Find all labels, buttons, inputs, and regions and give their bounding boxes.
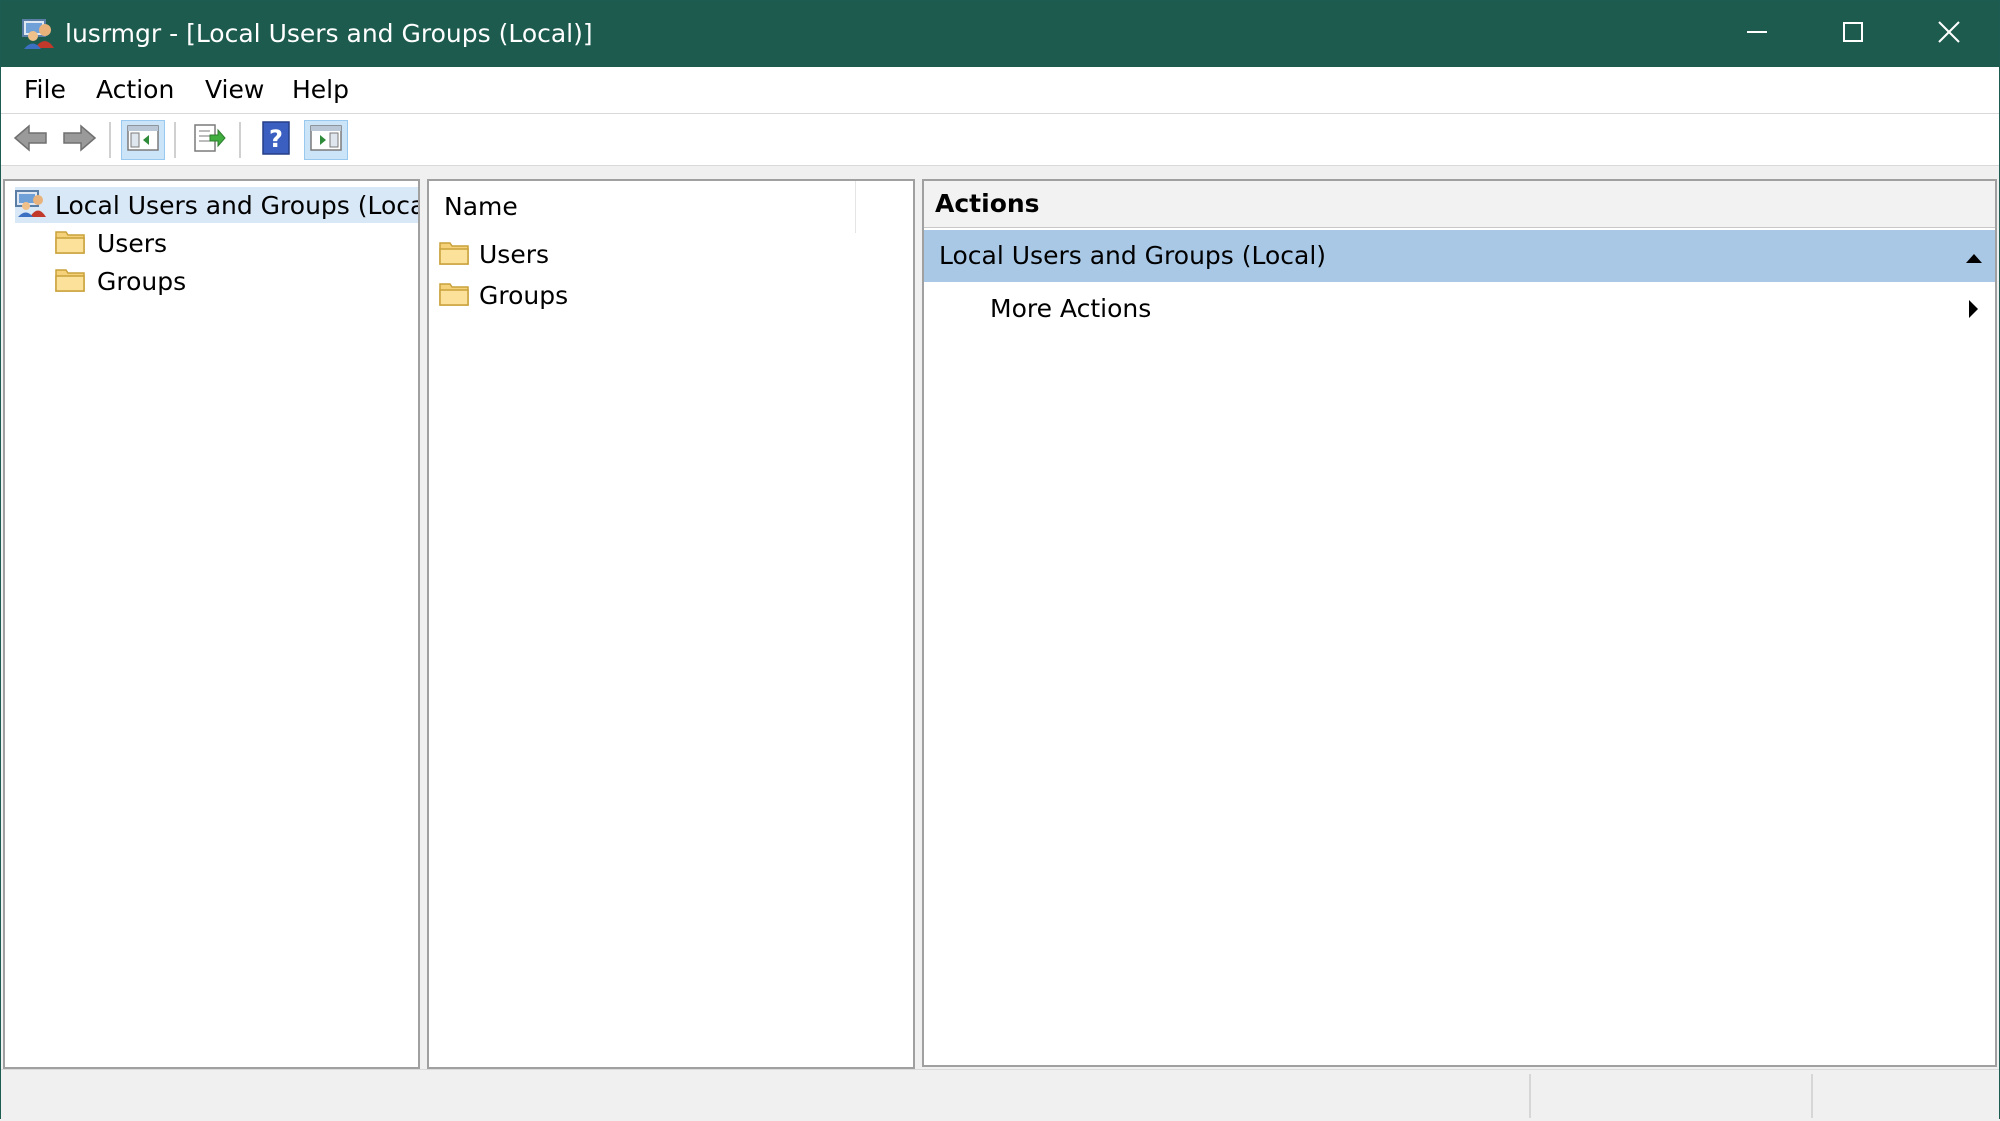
tree-item-users[interactable]: Users — [55, 225, 167, 261]
actions-group-header[interactable]: Local Users and Groups (Local) — [924, 230, 1995, 282]
export-list-icon — [192, 123, 226, 157]
status-bar — [1, 1069, 1999, 1121]
column-header-name[interactable]: Name — [429, 181, 913, 233]
export-list-button[interactable] — [187, 120, 231, 160]
forward-button[interactable] — [57, 120, 101, 160]
toolbar-separator — [239, 122, 242, 158]
show-hide-action-pane-icon — [310, 124, 342, 156]
show-hide-action-pane-button[interactable] — [304, 120, 348, 160]
tree-item-label: Groups — [97, 266, 187, 296]
close-icon — [1937, 20, 1961, 48]
console-tree-pane: Local Users and Groups (Local) Users Gro… — [3, 179, 420, 1069]
column-header-label: Name — [444, 192, 518, 221]
column-divider[interactable] — [855, 181, 856, 233]
show-hide-console-tree-button[interactable] — [121, 120, 165, 160]
actions-header: Actions — [924, 181, 1995, 228]
tree-item-label: Users — [97, 228, 168, 258]
back-button[interactable] — [9, 120, 53, 160]
forward-arrow-icon — [61, 123, 97, 157]
actions-group-label: Local Users and Groups (Local) — [939, 241, 1327, 270]
folder-icon — [55, 228, 85, 258]
menu-bar: File Action View Help — [1, 67, 1999, 114]
help-icon: ? — [261, 121, 291, 159]
maximize-icon — [1842, 21, 1864, 47]
menu-view[interactable]: View — [194, 67, 275, 113]
show-hide-console-tree-icon — [127, 124, 159, 156]
actions-title: Actions — [935, 189, 1040, 218]
window-title: lusrmgr - [Local Users and Groups (Local… — [65, 19, 593, 48]
list-item-groups[interactable]: Groups — [439, 276, 568, 314]
toolbar: ? — [1, 114, 1999, 166]
back-arrow-icon — [13, 123, 49, 157]
minimize-button[interactable] — [1709, 1, 1805, 67]
list-item-users[interactable]: Users — [439, 235, 549, 273]
help-button[interactable]: ? — [254, 120, 298, 160]
result-list-pane: Name Users Groups — [427, 179, 915, 1069]
close-button[interactable] — [1901, 1, 1997, 67]
list-item-name: Users — [479, 239, 550, 269]
folder-icon — [439, 280, 469, 310]
minimize-icon — [1746, 21, 1768, 47]
collapse-up-arrow-icon[interactable] — [1965, 249, 1983, 268]
tree-item-groups[interactable]: Groups — [55, 263, 186, 299]
folder-icon — [55, 266, 85, 296]
toolbar-separator — [174, 122, 177, 158]
menu-file[interactable]: File — [13, 67, 77, 113]
status-bar-divider — [1529, 1074, 1531, 1118]
title-bar[interactable]: lusrmgr - [Local Users and Groups (Local… — [1, 1, 1999, 67]
users-app-icon — [21, 16, 55, 50]
folder-icon — [439, 239, 469, 269]
actions-pane: Actions Local Users and Groups (Local) M… — [922, 179, 1997, 1067]
status-bar-divider — [1811, 1074, 1813, 1118]
toolbar-separator — [109, 122, 112, 158]
menu-help[interactable]: Help — [281, 67, 360, 113]
computer-users-icon — [15, 188, 47, 222]
more-actions-item[interactable]: More Actions — [924, 284, 1995, 334]
list-item-name: Groups — [479, 280, 569, 310]
tree-item-label: Local Users and Groups (Local) — [55, 190, 420, 220]
submenu-right-arrow-icon — [1967, 299, 1979, 323]
lusrmgr-window: lusrmgr - [Local Users and Groups (Local… — [0, 0, 2000, 1121]
more-actions-label: More Actions — [990, 294, 1152, 323]
svg-text:?: ? — [269, 125, 283, 153]
maximize-button[interactable] — [1805, 1, 1901, 67]
menu-action[interactable]: Action — [85, 67, 185, 113]
tree-item-root[interactable]: Local Users and Groups (Local) — [15, 187, 420, 223]
